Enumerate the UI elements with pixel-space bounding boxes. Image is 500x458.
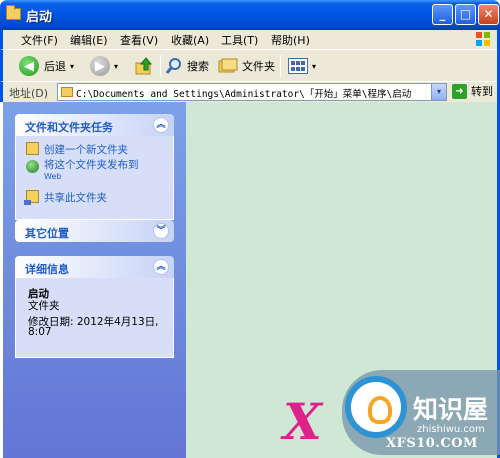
views-grid-icon	[288, 58, 308, 74]
forward-arrow-icon: ▶	[90, 56, 110, 76]
toolbar: ◀ 后退 ▾ ▶ ▾ 搜索 文件夹 ▾	[0, 49, 500, 81]
window-title: 启动	[26, 10, 53, 25]
folders-label: 文件夹	[242, 60, 275, 73]
back-arrow-icon: ◀	[19, 56, 39, 76]
panel-header[interactable]: 详细信息 ︽	[15, 256, 174, 278]
panel-body: 启动 文件夹 修改日期: 2012年4月13日, 8:07	[15, 278, 174, 358]
menu-edit[interactable]: 编辑(E)	[70, 32, 108, 48]
file-folder-tasks-panel: 文件和文件夹任务 ︽ 创建一个新文件夹 将这个文件夹发布到 Web 共享此文件夹	[15, 114, 174, 220]
go-arrow-icon: ➜	[452, 83, 467, 99]
panel-title: 其它位置	[25, 227, 69, 240]
panel-body: 创建一个新文件夹 将这个文件夹发布到 Web 共享此文件夹	[15, 136, 174, 220]
folders-icon	[218, 58, 238, 73]
search-icon	[165, 58, 181, 74]
task-publish-web[interactable]: 将这个文件夹发布到 Web	[26, 160, 139, 182]
task-share-folder[interactable]: 共享此文件夹	[24, 190, 107, 205]
maximize-button[interactable]: □	[455, 4, 476, 25]
menu-favorites[interactable]: 收藏(A)	[171, 32, 209, 48]
menu-tools[interactable]: 工具(T)	[221, 32, 258, 48]
lightbulb-icon	[345, 376, 407, 438]
new-folder-icon	[26, 142, 39, 155]
toolbar-separator	[160, 55, 161, 77]
address-dropdown-icon[interactable]: ▾	[431, 84, 446, 100]
watermark-x: X	[283, 392, 322, 451]
menu-bar: 文件(F) 编辑(E) 查看(V) 收藏(A) 工具(T) 帮助(H)	[0, 30, 500, 49]
expand-icon[interactable]: ︾	[153, 223, 169, 239]
share-folder-icon	[24, 190, 39, 205]
address-bar: 地址(D) C:\Documents and Settings\Administ…	[0, 81, 500, 102]
back-label: 后退	[44, 60, 66, 73]
forward-button[interactable]: ▶ ▾	[90, 54, 118, 78]
panel-title: 文件和文件夹任务	[25, 121, 113, 134]
panel-header[interactable]: 文件和文件夹任务 ︽	[15, 114, 174, 136]
menu-help[interactable]: 帮助(H)	[271, 32, 310, 48]
views-button[interactable]: ▾	[288, 54, 316, 78]
toolbar-separator	[280, 55, 281, 77]
menu-view[interactable]: 查看(V)	[120, 32, 158, 48]
folder-icon	[6, 5, 21, 20]
panel-header[interactable]: 其它位置 ︾	[15, 220, 174, 242]
detail-type: 文件夹	[28, 300, 60, 312]
detail-time: 8:07	[28, 326, 52, 338]
views-dropdown-icon[interactable]: ▾	[312, 62, 316, 71]
folders-button[interactable]: 文件夹	[218, 54, 275, 78]
address-label: 地址(D)	[9, 87, 49, 100]
task-label: 共享此文件夹	[44, 192, 107, 204]
collapse-icon[interactable]: ︽	[153, 117, 169, 133]
up-button[interactable]	[134, 54, 154, 78]
close-button[interactable]: ✕	[478, 4, 499, 25]
address-input[interactable]: C:\Documents and Settings\Administrator\…	[57, 83, 447, 101]
watermark-url: zhishiwu.com	[417, 424, 485, 435]
panel-title: 详细信息	[25, 263, 69, 276]
windows-logo-icon	[476, 32, 490, 46]
task-pane: 文件和文件夹任务 ︽ 创建一个新文件夹 将这个文件夹发布到 Web 共享此文件夹	[3, 102, 186, 458]
search-label: 搜索	[187, 60, 209, 73]
go-button[interactable]: ➜ 转到	[452, 83, 493, 99]
task-label: 将这个文件夹发布到	[44, 159, 139, 171]
back-button[interactable]: ◀ 后退 ▾	[19, 54, 74, 78]
folder-icon	[61, 87, 73, 97]
title-bar: 启动 _ □ ✕	[0, 0, 500, 30]
globe-icon	[26, 160, 39, 173]
go-label: 转到	[471, 85, 493, 98]
other-places-panel: 其它位置 ︾	[15, 220, 174, 242]
task-label-web: Web	[44, 172, 62, 181]
address-path[interactable]: C:\Documents and Settings\Administrator\…	[76, 86, 411, 100]
task-new-folder[interactable]: 创建一个新文件夹	[26, 142, 128, 157]
folder-up-icon	[135, 57, 153, 75]
search-button[interactable]: 搜索	[165, 54, 209, 78]
watermark-site: XFS10.COM	[386, 436, 478, 451]
collapse-icon[interactable]: ︽	[153, 259, 169, 275]
back-dropdown-icon[interactable]: ▾	[70, 62, 74, 71]
forward-dropdown-icon[interactable]: ▾	[114, 62, 118, 71]
details-panel: 详细信息 ︽ 启动 文件夹 修改日期: 2012年4月13日, 8:07	[15, 256, 174, 358]
minimize-button[interactable]: _	[432, 4, 453, 25]
task-label: 创建一个新文件夹	[44, 144, 128, 156]
menu-file[interactable]: 文件(F)	[21, 32, 58, 48]
watermark-brand: 知识屋	[413, 395, 489, 424]
